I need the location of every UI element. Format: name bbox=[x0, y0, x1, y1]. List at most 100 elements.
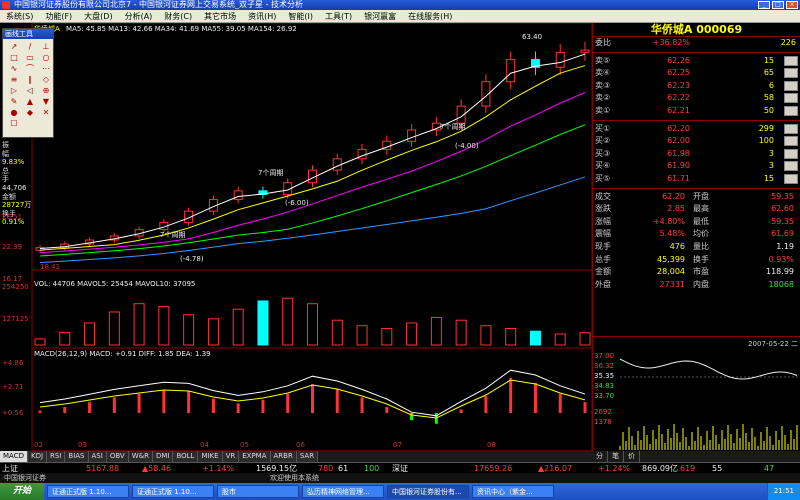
draw-tool-icon[interactable]: □ bbox=[7, 53, 21, 62]
draw-tool-icon[interactable]: ⌒ bbox=[23, 64, 37, 73]
taskbar-item[interactable]: 中国银河证券股份有... bbox=[387, 485, 469, 498]
indicator-tab[interactable]: MACD bbox=[0, 451, 28, 462]
quote-level-row[interactable]: 卖④ 62.25 65 bbox=[593, 67, 800, 80]
level-scroll[interactable] bbox=[784, 136, 798, 147]
indicator-tab[interactable]: BOLL bbox=[173, 451, 199, 462]
indicator-tab[interactable]: ARBR bbox=[270, 451, 297, 462]
menu-other-market[interactable]: 其它市场 bbox=[198, 10, 242, 22]
taskbar-item[interactable]: 证通正式版 1.10... bbox=[47, 485, 129, 498]
macd-legend: MACD(26,12,9) MACD: +0.91 DIFF: 1.85 DEA… bbox=[34, 350, 211, 358]
draw-tool-icon[interactable]: / bbox=[23, 42, 37, 51]
draw-tool-icon[interactable]: ▷ bbox=[7, 86, 21, 95]
level-scroll[interactable] bbox=[784, 55, 798, 66]
draw-tool-icon[interactable]: ⊥ bbox=[39, 42, 53, 51]
draw-tool-icon[interactable]: ● bbox=[7, 108, 21, 117]
weibi-row: 委比 +36.82% 226 bbox=[593, 37, 800, 50]
start-button[interactable]: 开始 bbox=[0, 483, 44, 500]
close-button[interactable]: × bbox=[786, 1, 798, 9]
draw-tool-icon[interactable]: ∥ bbox=[23, 75, 37, 84]
menu-smart[interactable]: 智能(I) bbox=[282, 10, 319, 22]
indicator-tab[interactable]: EXPMA bbox=[239, 451, 271, 462]
menu-system[interactable]: 系统(S) bbox=[0, 10, 39, 22]
indicator-tab[interactable]: W&R bbox=[128, 451, 153, 462]
volume-bar bbox=[480, 325, 492, 346]
indicator-tab[interactable]: BIAS bbox=[65, 451, 89, 462]
draw-tool-icon[interactable]: ▭ bbox=[23, 53, 37, 62]
menu-finance[interactable]: 财务(C) bbox=[158, 10, 198, 22]
indicator-tab[interactable]: VR bbox=[222, 451, 240, 462]
draw-tool-icon[interactable]: ○ bbox=[39, 53, 53, 62]
quote-level-row[interactable]: 卖① 62.21 50 bbox=[593, 105, 800, 118]
level-volume: 50 bbox=[763, 105, 774, 115]
drawing-toolbox[interactable]: 画线工具 ↗ / ⊥ □ ▭ ○ ∿ ⌒ ⋯ ≡ ∥ ◇ ▷ ◁ ⊕ ✎ ▲ ▼ ● ◆ ✕ ☐ bbox=[2, 28, 54, 138]
draw-tool-icon[interactable]: ✕ bbox=[39, 108, 53, 117]
draw-tool-icon[interactable]: ▲ bbox=[23, 97, 37, 106]
indicator-tab[interactable]: ASI bbox=[88, 451, 107, 462]
quote-level-row[interactable]: 买① 62.20 299 bbox=[593, 123, 800, 136]
level-scroll[interactable] bbox=[784, 148, 798, 159]
draw-tool-icon[interactable]: ↗ bbox=[7, 42, 21, 51]
taskbar-item[interactable]: 股市 bbox=[217, 485, 299, 498]
mini-axis-tick: 2692 bbox=[594, 408, 612, 416]
draw-tool-icon[interactable]: ≡ bbox=[7, 75, 21, 84]
draw-tool-icon[interactable]: ◁ bbox=[23, 86, 37, 95]
vol-legend: VOL: 44706 MAVOL5: 25454 MAVOL10: 37095 bbox=[34, 280, 196, 288]
kline-svg[interactable] bbox=[0, 23, 592, 451]
quote-level-row[interactable]: 买④ 61.90 3 bbox=[593, 160, 800, 173]
stat-label: 涨幅 bbox=[595, 216, 611, 226]
menu-analysis[interactable]: 分析(A) bbox=[119, 10, 159, 22]
chart-area[interactable]: 华侨城A MA5: 45.85 MA13: 42.66 MA34: 41.69 … bbox=[0, 23, 592, 463]
menu-function[interactable]: 功能(F) bbox=[39, 10, 78, 22]
quote-level-row[interactable]: 卖② 62.22 58 bbox=[593, 92, 800, 105]
menu-market[interactable]: 大盘(D) bbox=[78, 10, 118, 22]
draw-tool-icon[interactable]: ◇ bbox=[39, 75, 53, 84]
month-tick: 04 bbox=[200, 441, 209, 449]
quote-level-row[interactable]: 买② 62.00 100 bbox=[593, 135, 800, 148]
quote-level-row[interactable]: 卖③ 62.23 6 bbox=[593, 80, 800, 93]
level-scroll[interactable] bbox=[784, 161, 798, 172]
draw-tool-icon[interactable]: ▼ bbox=[39, 97, 53, 106]
quote-level-row[interactable]: 买③ 61.98 3 bbox=[593, 148, 800, 161]
menu-tools[interactable]: 工具(T) bbox=[319, 10, 358, 22]
level-scroll[interactable] bbox=[784, 80, 798, 91]
quote-title: 华侨城A 000069 bbox=[593, 23, 800, 37]
indicator-tab[interactable]: KDJ bbox=[27, 451, 48, 462]
quote-level-row[interactable]: 买⑤ 61.71 15 bbox=[593, 173, 800, 186]
quote-view-tab[interactable]: 分 bbox=[592, 451, 608, 462]
level-volume: 58 bbox=[763, 93, 774, 103]
taskbar-item[interactable]: 资讯中心（紫金... bbox=[472, 485, 554, 498]
draw-tool-icon[interactable]: ∿ bbox=[7, 64, 21, 73]
indicator-tab[interactable]: OBV bbox=[106, 451, 129, 462]
stat-value2: 0.93% bbox=[768, 254, 794, 264]
level-scroll[interactable] bbox=[784, 123, 798, 134]
menu-bar: 系统(S) 功能(F) 大盘(D) 分析(A) 财务(C) 其它市场 资讯(H)… bbox=[0, 10, 800, 23]
draw-tool-icon[interactable]: ⊕ bbox=[39, 86, 53, 95]
draw-tool-icon[interactable]: ◆ bbox=[23, 108, 37, 117]
menu-online[interactable]: 在线服务(H) bbox=[402, 10, 458, 22]
quote-view-tab[interactable]: 笔 bbox=[608, 451, 624, 462]
indicator-tab[interactable]: SAR bbox=[296, 451, 319, 462]
indicator-tab[interactable]: DMI bbox=[152, 451, 174, 462]
menu-yinhe[interactable]: 银河赢富 bbox=[358, 10, 402, 22]
level-scroll[interactable] bbox=[784, 68, 798, 79]
draw-tool-icon[interactable]: ✎ bbox=[7, 97, 21, 106]
taskbar-item[interactable]: 弘历精神网络管理... bbox=[302, 485, 384, 498]
level-price: 62.00 bbox=[667, 136, 690, 146]
stat-label: 外盘 bbox=[595, 279, 611, 289]
menu-info[interactable]: 资讯(H) bbox=[242, 10, 282, 22]
level-scroll[interactable] bbox=[784, 105, 798, 116]
draw-tool-icon[interactable]: ⋯ bbox=[39, 64, 53, 73]
mini-chart[interactable]: 2007-05-22 二 37.00 36.32 35.35 34.83 33.70 26… bbox=[592, 336, 800, 452]
right-tabs: 分笔价 bbox=[592, 451, 800, 462]
level-scroll[interactable] bbox=[784, 93, 798, 104]
month-tick: 02 bbox=[34, 441, 43, 449]
taskbar-item[interactable]: 证通正式版 1.10... bbox=[132, 485, 214, 498]
maximize-button[interactable]: □ bbox=[772, 1, 784, 9]
indicator-tab[interactable]: MIKE bbox=[198, 451, 223, 462]
draw-tool-icon[interactable]: ☐ bbox=[7, 119, 21, 128]
level-scroll[interactable] bbox=[784, 173, 798, 184]
minimize-button[interactable]: _ bbox=[758, 1, 770, 9]
indicator-tab[interactable]: RSI bbox=[47, 451, 66, 462]
quote-level-row[interactable]: 卖⑤ 62.26 15 bbox=[593, 55, 800, 68]
quote-view-tab[interactable]: 价 bbox=[624, 451, 640, 462]
